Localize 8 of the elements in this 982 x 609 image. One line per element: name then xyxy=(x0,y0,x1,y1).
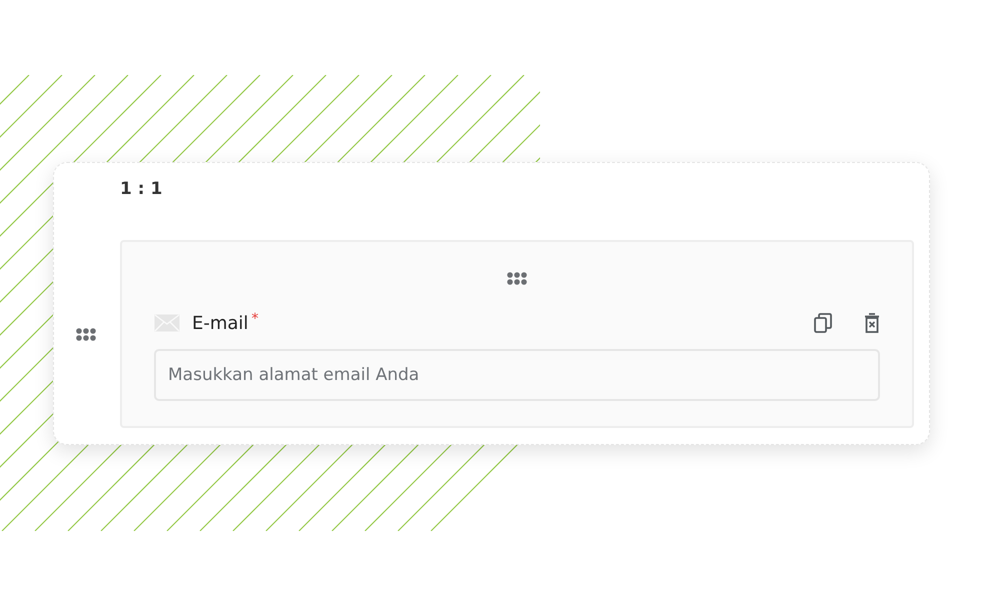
required-asterisk: * xyxy=(251,311,258,327)
delete-icon[interactable] xyxy=(864,313,880,333)
field-label: E-mail xyxy=(192,312,248,334)
ratio-label: 1 : 1 xyxy=(120,179,164,201)
email-input-field[interactable]: Masukkan alamat email Anda xyxy=(154,349,880,401)
drag-handle-icon[interactable] xyxy=(76,328,96,340)
copy-icon[interactable] xyxy=(814,313,832,333)
drag-handle-icon[interactable] xyxy=(507,272,527,285)
